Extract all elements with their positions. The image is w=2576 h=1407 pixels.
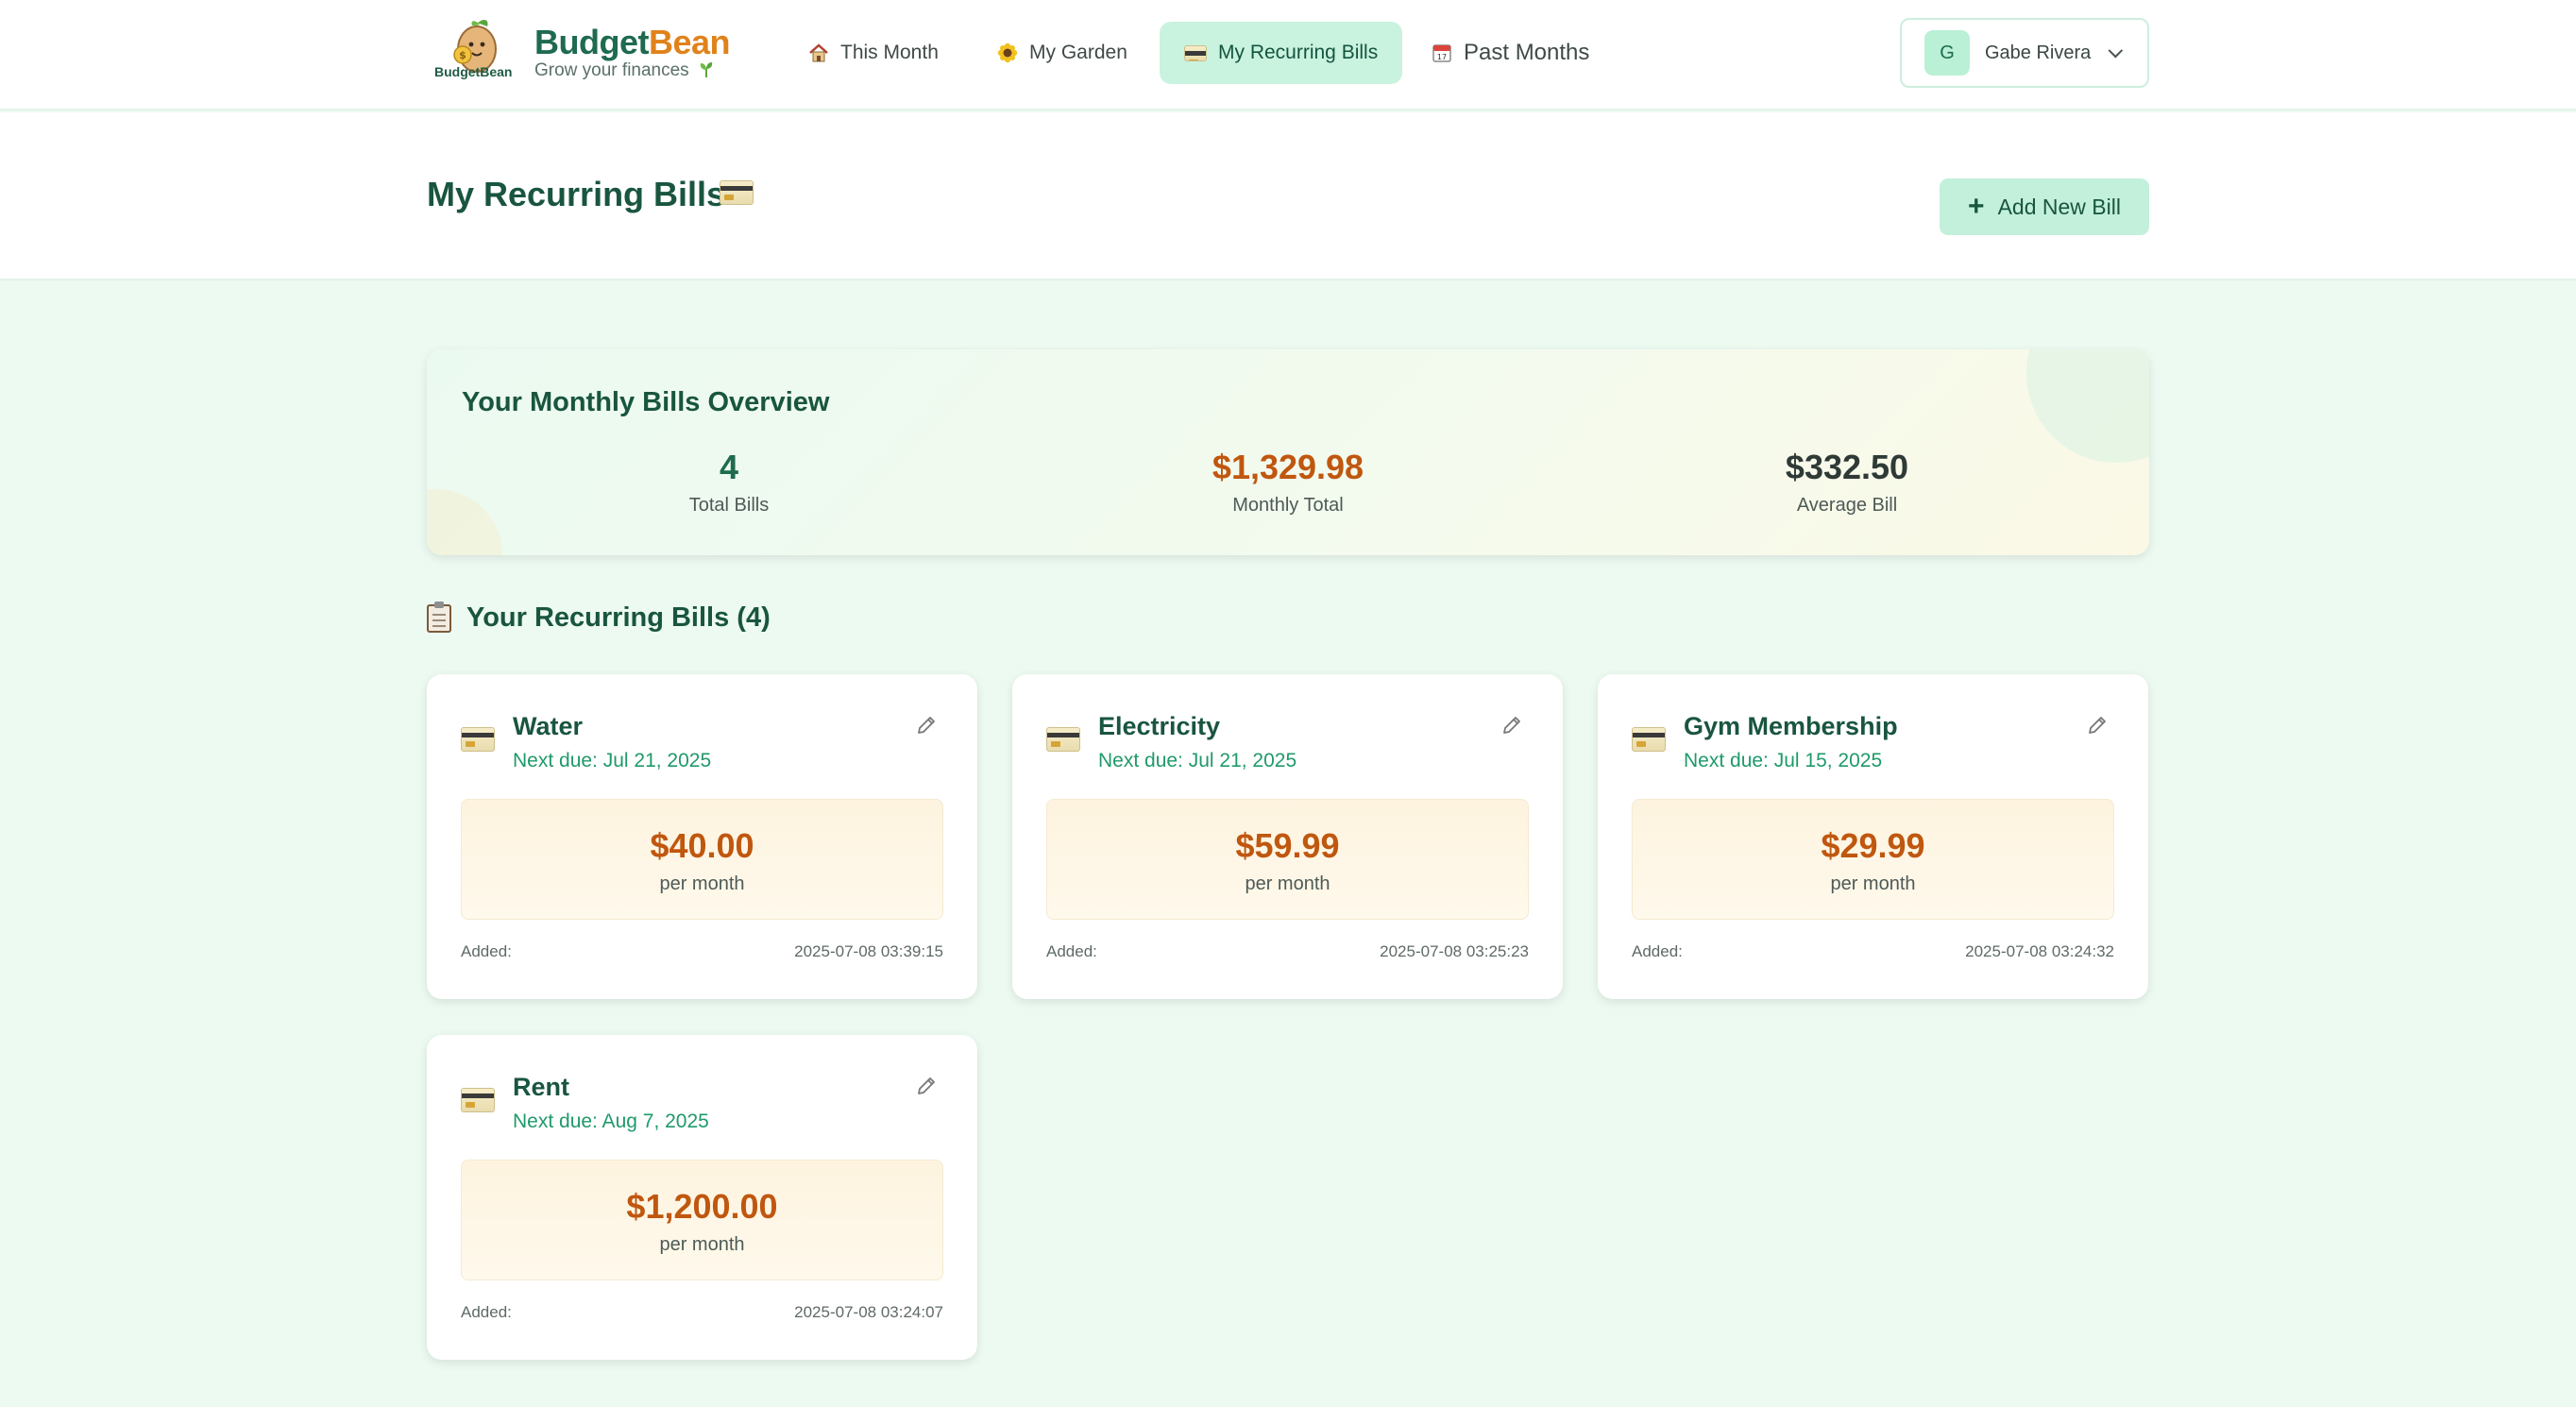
sprout-icon xyxy=(700,62,713,77)
recurring-bills-section-title: Your Recurring Bills (4) xyxy=(427,601,771,634)
sunflower-icon xyxy=(997,42,1018,63)
bill-added-label: Added: xyxy=(461,1303,512,1321)
nav-this-month[interactable]: This Month xyxy=(784,22,963,84)
house-icon xyxy=(809,43,828,62)
svg-text:17: 17 xyxy=(1437,53,1447,61)
bill-amount-box: $1,200.00 per month xyxy=(461,1160,943,1280)
page-title: My Recurring Bills xyxy=(427,175,726,213)
stat-label: Monthly Total xyxy=(1232,495,1344,516)
add-new-bill-button[interactable]: + Add New Bill xyxy=(1940,178,2149,235)
bill-added-timestamp: 2025-07-08 03:24:07 xyxy=(794,1303,943,1321)
bill-added-timestamp: 2025-07-08 03:39:15 xyxy=(794,942,943,960)
credit-card-icon xyxy=(1632,727,1666,752)
bill-amount-box: $59.99 per month xyxy=(1046,799,1529,920)
stat-value: 4 xyxy=(719,448,739,486)
nav-my-garden[interactable]: My Garden xyxy=(973,22,1152,84)
bill-amount: $29.99 xyxy=(1821,826,1925,865)
edit-pencil-icon[interactable] xyxy=(913,1073,940,1099)
nav-past-months-label: Past Months xyxy=(1464,40,1590,65)
clipboard-icon xyxy=(427,601,451,633)
bill-amount-box: $40.00 per month xyxy=(461,799,943,920)
bill-card-rent: Rent Next due: Aug 7, 2025 $1,200.00 per… xyxy=(427,1035,977,1360)
bill-name: Water xyxy=(513,712,584,740)
bill-name: Electricity xyxy=(1098,712,1221,740)
tagline-text: Grow your finances xyxy=(534,60,689,80)
credit-card-icon xyxy=(461,1088,495,1112)
chevron-down-icon xyxy=(2108,42,2124,58)
stat-label: Average Bill xyxy=(1796,495,1898,516)
bill-card-electricity: Electricity Next due: Jul 21, 2025 $59.9… xyxy=(1012,674,1563,999)
brand-name[interactable]: BudgetBean xyxy=(534,23,731,62)
bill-card-water: Water Next due: Jul 21, 2025 $40.00 per … xyxy=(427,674,977,999)
bill-name: Rent xyxy=(513,1073,569,1101)
decorative-blob xyxy=(2026,349,2149,463)
page-header: My Recurring Bills + Add New Bill xyxy=(0,112,2576,280)
bill-added-timestamp: 2025-07-08 03:24:32 xyxy=(1965,942,2114,960)
svg-text:$: $ xyxy=(459,49,466,61)
add-new-bill-label: Add New Bill xyxy=(1997,194,2121,219)
bills-overview-card: Your Monthly Bills Overview 4 Total Bill… xyxy=(427,349,2149,555)
nav-my-recurring-bills-label: My Recurring Bills xyxy=(1218,42,1379,63)
bill-name: Gym Membership xyxy=(1684,712,1898,740)
bill-added-label: Added: xyxy=(1632,942,1683,960)
stat-value: $1,329.98 xyxy=(1212,448,1364,486)
edit-pencil-icon[interactable] xyxy=(913,712,940,738)
calendar-icon: 17 xyxy=(1432,44,1451,62)
nav-past-months[interactable]: 17 Past Months xyxy=(1407,22,1614,84)
bill-period: per month xyxy=(659,873,745,894)
user-menu-button[interactable]: G Gabe Rivera xyxy=(1900,18,2149,88)
brand-tagline: Grow your finances xyxy=(534,60,715,81)
brand-name-part1: Budget xyxy=(534,23,649,61)
stat-label: Total Bills xyxy=(688,495,770,516)
logo-caption: BudgetBean xyxy=(434,64,513,79)
bill-amount-box: $29.99 per month xyxy=(1632,799,2114,920)
credit-card-icon xyxy=(720,180,754,205)
bill-period: per month xyxy=(1830,873,1916,894)
nav-my-recurring-bills[interactable]: My Recurring Bills xyxy=(1160,22,1403,84)
nav-my-garden-label: My Garden xyxy=(1029,42,1127,63)
stat-average-bill: $332.50 Average Bill xyxy=(1564,448,2130,517)
section-title-text: Your Recurring Bills (4) xyxy=(466,602,771,633)
user-name: Gabe Rivera xyxy=(1985,42,2092,63)
credit-card-icon xyxy=(1184,44,1207,61)
stat-total-bills: 4 Total Bills xyxy=(446,448,1012,517)
bill-amount: $40.00 xyxy=(650,826,754,865)
plus-icon: + xyxy=(1968,191,1985,222)
overview-title: Your Monthly Bills Overview xyxy=(462,387,830,417)
bill-period: per month xyxy=(1245,873,1330,894)
avatar: G xyxy=(1924,30,1970,76)
credit-card-icon xyxy=(461,727,495,752)
bill-amount: $1,200.00 xyxy=(626,1187,778,1226)
bill-added-label: Added: xyxy=(461,942,512,960)
bill-added-timestamp: 2025-07-08 03:25:23 xyxy=(1380,942,1529,960)
bill-period: per month xyxy=(659,1234,745,1255)
credit-card-icon xyxy=(1046,727,1080,752)
bill-card-gym-membership: Gym Membership Next due: Jul 15, 2025 $2… xyxy=(1598,674,2148,999)
bill-next-due: Next due: Aug 7, 2025 xyxy=(513,1110,709,1132)
edit-pencil-icon[interactable] xyxy=(1499,712,1525,738)
bill-amount: $59.99 xyxy=(1235,826,1340,865)
edit-pencil-icon[interactable] xyxy=(2084,712,2110,738)
bill-added-label: Added: xyxy=(1046,942,1097,960)
bill-next-due: Next due: Jul 21, 2025 xyxy=(513,750,712,771)
bill-next-due: Next due: Jul 21, 2025 xyxy=(1098,750,1297,771)
stat-monthly-total: $1,329.98 Monthly Total xyxy=(1005,448,1571,517)
brand-name-part2: Bean xyxy=(648,23,731,61)
bill-next-due: Next due: Jul 15, 2025 xyxy=(1684,750,1883,771)
nav-this-month-label: This Month xyxy=(840,42,939,63)
stat-value: $332.50 xyxy=(1785,448,1909,486)
top-navigation-bar: $ BudgetBean BudgetBean Grow your financ… xyxy=(0,0,2576,110)
